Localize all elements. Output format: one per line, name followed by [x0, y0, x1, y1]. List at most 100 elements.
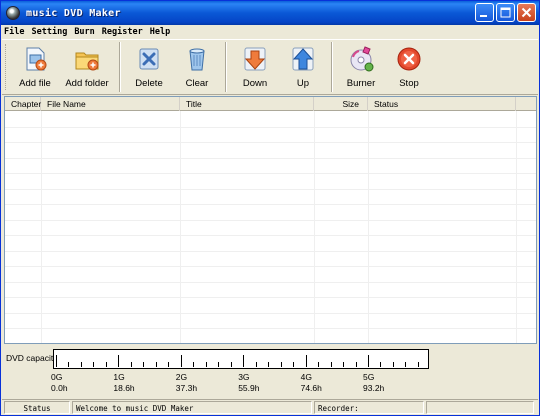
- column-header-size[interactable]: Size: [314, 97, 368, 111]
- menu-bar: File Setting Burn Register Help: [1, 25, 539, 39]
- status-label: Status: [4, 401, 70, 414]
- burner-button[interactable]: Burner: [337, 40, 385, 92]
- capacity-size-label: 4G: [300, 372, 312, 382]
- add-file-icon: [26, 47, 47, 71]
- capacity-minor-tick: [331, 362, 332, 367]
- toolbar-separator: [119, 42, 121, 92]
- grid-row-line: [5, 220, 536, 221]
- column-header-chapter[interactable]: Chapter: [5, 97, 41, 111]
- minimize-button[interactable]: [475, 3, 494, 22]
- menu-setting[interactable]: Setting: [31, 27, 67, 37]
- add-folder-label: Add folder: [65, 78, 109, 89]
- capacity-major-tick: [118, 355, 119, 367]
- capacity-minor-tick: [156, 362, 157, 367]
- dvd-capacity-gauge: [53, 349, 429, 369]
- grid-column-line: [41, 111, 42, 343]
- capacity-minor-tick: [193, 362, 194, 367]
- add-folder-button[interactable]: Add folder: [59, 40, 115, 92]
- grid-row-line: [5, 235, 536, 236]
- capacity-minor-tick: [231, 362, 232, 367]
- clear-icon: [189, 48, 205, 71]
- up-label: Up: [296, 78, 310, 89]
- capacity-time-label: 0.0h: [51, 383, 68, 393]
- capacity-time-label: 18.6h: [113, 383, 135, 393]
- grid-column-line: [314, 111, 315, 343]
- capacity-minor-tick: [256, 362, 257, 367]
- toolbar: Add file Add folder Delete Clear Down Up…: [2, 39, 538, 95]
- recorder-value: [426, 401, 534, 414]
- column-header-status[interactable]: Status: [368, 97, 516, 111]
- capacity-minor-tick: [143, 362, 144, 367]
- delete-button[interactable]: Delete: [125, 40, 173, 92]
- file-list-header: Chapter File Name Title Size Status: [5, 97, 536, 111]
- capacity-size-label: 1G: [113, 372, 125, 382]
- main-window: music DVD Maker File Setting Burn Regist…: [0, 0, 540, 416]
- capacity-size-label: 3G: [238, 372, 250, 382]
- toolbar-grip[interactable]: [5, 44, 8, 90]
- stop-icon: [397, 47, 421, 71]
- down-label: Down: [242, 78, 268, 89]
- stop-button[interactable]: Stop: [385, 40, 433, 92]
- capacity-size-label: 2G: [175, 372, 188, 382]
- clear-button[interactable]: Clear: [173, 40, 221, 92]
- capacity-minor-tick: [131, 362, 132, 367]
- column-header-file-name[interactable]: File Name: [41, 97, 180, 111]
- capacity-size-label: 0G: [51, 372, 63, 382]
- menu-burn[interactable]: Burn: [74, 27, 94, 37]
- down-button[interactable]: Down: [231, 40, 279, 92]
- grid-row-line: [5, 282, 536, 283]
- capacity-minor-tick: [281, 362, 282, 367]
- grid-column-line: [516, 111, 517, 343]
- maximize-button[interactable]: [496, 3, 515, 22]
- dvd-capacity-label: DVD capacity:: [6, 353, 60, 363]
- capacity-minor-tick: [93, 362, 94, 367]
- capacity-minor-tick: [418, 362, 419, 367]
- status-message: Welcome to music DVD Maker: [72, 401, 312, 414]
- grid-column-line: [180, 111, 181, 343]
- window-title: music DVD Maker: [26, 7, 121, 19]
- column-header-title[interactable]: Title: [180, 97, 314, 111]
- status-bar: Status Welcome to music DVD Maker Record…: [2, 399, 538, 414]
- menu-register[interactable]: Register: [102, 27, 143, 37]
- grid-row-line: [5, 328, 536, 329]
- capacity-major-tick: [243, 355, 244, 367]
- capacity-minor-tick: [318, 362, 319, 367]
- close-button[interactable]: [517, 3, 536, 22]
- toolbar-separator: [331, 42, 333, 92]
- capacity-minor-tick: [81, 362, 82, 367]
- capacity-minor-tick: [393, 362, 394, 367]
- capacity-time-label: 37.3h: [175, 383, 198, 393]
- menu-file[interactable]: File: [4, 27, 24, 37]
- capacity-minor-tick: [268, 362, 269, 367]
- title-bar[interactable]: music DVD Maker: [1, 1, 539, 25]
- grid-row-line: [5, 313, 536, 314]
- file-list[interactable]: Chapter File Name Title Size Status: [4, 96, 537, 344]
- app-icon[interactable]: [6, 6, 20, 20]
- capacity-minor-tick: [356, 362, 357, 367]
- stop-label: Stop: [399, 78, 419, 89]
- capacity-time-label: 93.2h: [363, 383, 385, 393]
- burner-label: Burner: [346, 78, 376, 89]
- add-file-button[interactable]: Add file: [11, 40, 59, 92]
- menu-help[interactable]: Help: [150, 27, 170, 37]
- capacity-major-tick: [181, 355, 182, 367]
- capacity-minor-tick: [405, 362, 406, 367]
- grid-row-line: [5, 189, 536, 190]
- add-file-label: Add file: [19, 78, 51, 89]
- grid-row-line: [5, 142, 536, 143]
- toolbar-separator: [225, 42, 227, 92]
- up-button[interactable]: Up: [279, 40, 327, 92]
- capacity-time-label: 55.9h: [238, 383, 260, 393]
- clear-label: Clear: [185, 78, 209, 89]
- down-arrow-icon: [244, 47, 266, 71]
- file-list-body[interactable]: [5, 111, 536, 343]
- grid-row-line: [5, 173, 536, 174]
- close-icon: [521, 7, 532, 18]
- capacity-time-label: 74.6h: [300, 383, 322, 393]
- add-folder-icon: [75, 52, 99, 71]
- capacity-minor-tick: [106, 362, 107, 367]
- capacity-minor-tick: [168, 362, 169, 367]
- capacity-minor-tick: [293, 362, 294, 367]
- delete-label: Delete: [135, 78, 163, 89]
- capacity-major-tick: [368, 355, 369, 367]
